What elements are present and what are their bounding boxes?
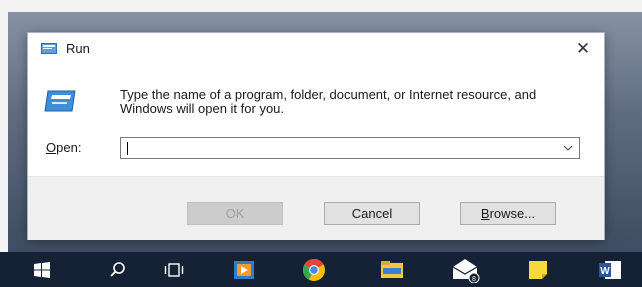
- run-dialog: Run ✕ Type the name of a program, folder…: [27, 32, 605, 240]
- dialog-description: Type the name of a program, folder, docu…: [120, 87, 537, 116]
- close-icon: ✕: [575, 39, 591, 58]
- folder-icon: [381, 261, 403, 278]
- mail-icon: 8: [452, 259, 480, 283]
- sticky-notes-icon: [529, 261, 547, 279]
- search-icon: [110, 262, 125, 277]
- mail-app[interactable]: 8: [452, 256, 480, 284]
- browse-mnemonic: B: [480, 206, 490, 221]
- start-button[interactable]: [28, 256, 56, 284]
- open-label-mnemonic: O: [46, 140, 57, 155]
- run-app-icon: [41, 43, 57, 54]
- file-explorer-app[interactable]: [378, 256, 406, 284]
- screen-left-edge: [0, 0, 8, 287]
- task-view-button[interactable]: [160, 256, 188, 284]
- button-bar: OK Cancel Browse...: [28, 176, 604, 240]
- screen-top-edge: [0, 0, 642, 12]
- browse-button[interactable]: Browse...: [460, 202, 556, 225]
- chrome-app[interactable]: [300, 256, 328, 284]
- media-app[interactable]: [230, 256, 258, 284]
- chevron-down-icon[interactable]: [561, 141, 575, 155]
- text-cursor: [127, 142, 128, 155]
- media-player-icon: [234, 261, 254, 279]
- run-large-icon: [44, 90, 76, 112]
- ok-button[interactable]: OK: [187, 202, 283, 225]
- word-app[interactable]: W: [596, 256, 624, 284]
- mail-badge: 8: [472, 276, 476, 283]
- search-button[interactable]: [104, 256, 132, 284]
- task-view-icon: [164, 263, 184, 277]
- browse-label: rowse...: [489, 206, 536, 221]
- taskbar: 8 W: [0, 252, 642, 287]
- close-button[interactable]: ✕: [568, 37, 598, 61]
- title-bar[interactable]: Run ✕: [28, 33, 604, 63]
- dialog-title: Run: [66, 41, 90, 56]
- windows-logo-icon: [34, 262, 50, 278]
- svg-text:W: W: [600, 266, 610, 277]
- open-label: Open:: [46, 140, 81, 155]
- sticky-notes-app[interactable]: [524, 256, 552, 284]
- chrome-icon: [303, 259, 325, 281]
- open-label-text: pen:: [56, 140, 82, 155]
- word-icon: W: [599, 261, 621, 279]
- cancel-button[interactable]: Cancel: [324, 202, 420, 225]
- open-combobox[interactable]: [120, 137, 580, 159]
